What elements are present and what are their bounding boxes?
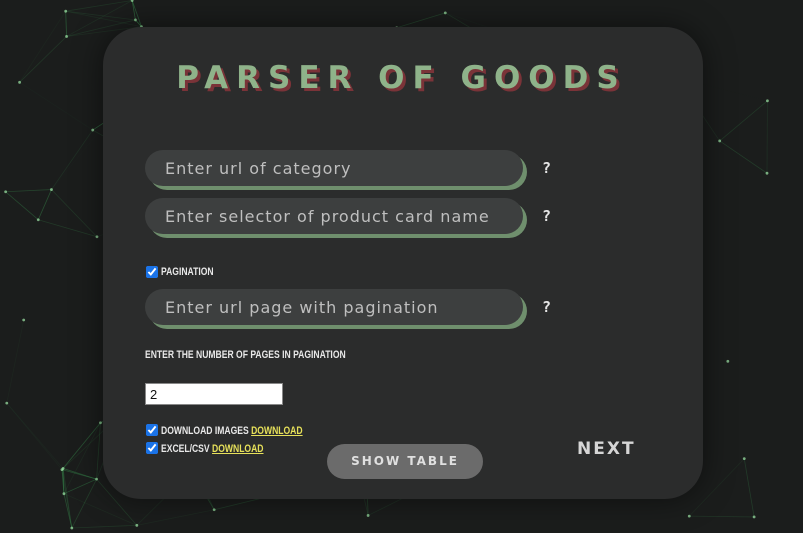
pages-count-input[interactable] [145,383,283,405]
excel-csv-link[interactable]: Download [212,443,263,455]
page-title: PARSER OF GOODS [176,60,627,96]
download-images-label: Download images [161,425,249,437]
category-url-help[interactable]: ? [542,159,551,177]
category-url-input[interactable] [145,150,523,186]
excel-csv-checkbox[interactable] [146,442,158,454]
show-table-button[interactable]: Show table [327,444,483,479]
download-images-link[interactable]: Download [251,425,302,437]
card-selector-help[interactable]: ? [542,207,551,225]
pagination-checkbox[interactable] [146,266,158,278]
excel-csv-label: Excel/csv [161,443,210,455]
excel-csv-row: Excel/csv Download [161,443,264,455]
pagination-label: Pagination [161,266,214,278]
download-images-checkbox[interactable] [146,424,158,436]
pagination-url-help[interactable]: ? [542,298,551,316]
pages-count-label: Enter the number of pages in pagination [145,349,346,361]
next-button[interactable]: Next [577,439,636,459]
card-selector-input[interactable] [145,198,523,234]
pagination-url-input[interactable] [145,289,523,325]
download-images-row: Download images Download [161,425,303,437]
